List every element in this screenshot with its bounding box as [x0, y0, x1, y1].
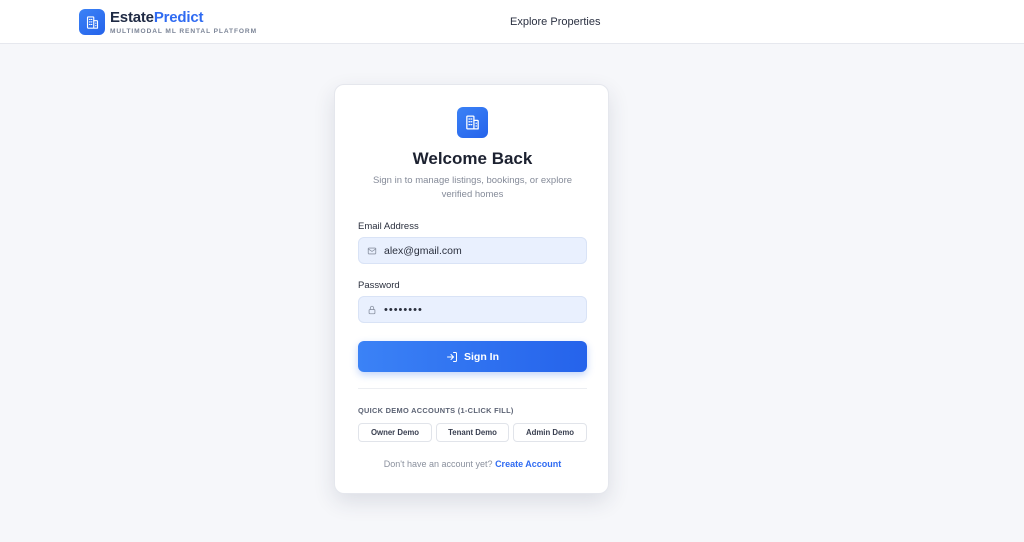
divider [358, 388, 587, 389]
page-subtitle: Sign in to manage listings, bookings, or… [372, 175, 573, 200]
mail-icon [367, 246, 377, 256]
password-label: Password [358, 280, 400, 291]
password-value: •••••••• [384, 303, 423, 316]
page-title: Welcome Back [412, 149, 533, 168]
sign-in-label: Sign In [464, 350, 499, 363]
building-icon[interactable] [79, 9, 105, 35]
lock-icon [367, 305, 377, 315]
building-icon [457, 107, 488, 138]
log-in-icon [446, 351, 458, 363]
create-account-link[interactable]: Create Account [495, 459, 561, 469]
login-card: Welcome Back Sign in to manage listings,… [334, 84, 609, 494]
owner-demo-button[interactable]: Owner Demo [358, 423, 432, 442]
brand-tagline: MULTIMODAL ML RENTAL PLATFORM [110, 28, 257, 35]
explore-properties-link[interactable]: Explore Properties [510, 16, 601, 28]
demo-accounts-heading: QUICK DEMO ACCOUNTS (1-CLICK FILL) [358, 406, 514, 415]
brand-name[interactable]: EstatePredict [110, 9, 203, 26]
email-field[interactable]: alex@gmail.com [358, 237, 587, 264]
brand-part-predict: Predict [153, 9, 204, 26]
tenant-demo-button[interactable]: Tenant Demo [436, 423, 509, 442]
password-field[interactable]: •••••••• [358, 296, 587, 323]
sign-in-button[interactable]: Sign In [358, 341, 587, 372]
email-label: Email Address [358, 221, 419, 232]
signup-prompt-text: Don't have an account yet? [383, 459, 493, 469]
top-header: EstatePredict MULTIMODAL ML RENTAL PLATF… [0, 0, 1024, 44]
admin-demo-button[interactable]: Admin Demo [513, 423, 587, 442]
email-value: alex@gmail.com [384, 244, 462, 257]
brand-part-estate: Estate [110, 9, 154, 26]
signup-prompt: Don't have an account yet? Create Accoun… [335, 459, 610, 469]
